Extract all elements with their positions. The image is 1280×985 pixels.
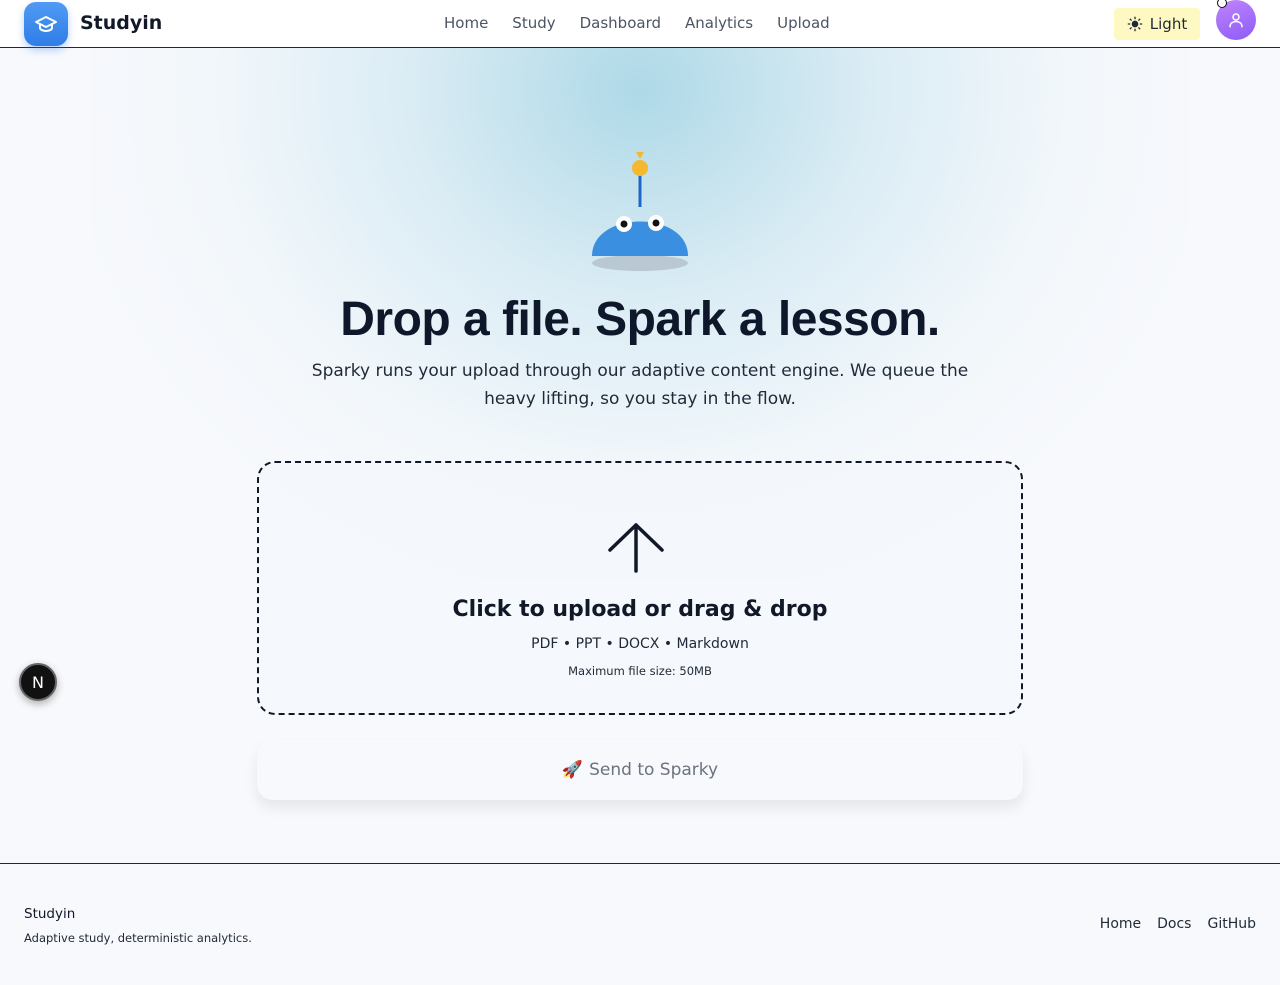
footer-link-docs[interactable]: Docs [1157,916,1191,932]
nav-study[interactable]: Study [512,14,555,32]
send-to-sparky-button[interactable]: 🚀 Send to Sparky [257,740,1023,800]
footer-brand: Studyin [24,906,76,922]
sparky-mascot-icon [592,152,688,271]
footer-links: Home Docs GitHub [1100,916,1256,932]
user-icon [1229,13,1243,28]
hero-description: Sparky runs your upload through our adap… [311,361,969,409]
dropzone-max-size: Maximum file size: 50MB [568,664,712,678]
theme-toggle-label: Light [1149,15,1188,33]
footer-link-github[interactable]: GitHub [1207,916,1256,932]
footer-link-home[interactable]: Home [1100,916,1141,932]
footer-tagline: Adaptive study, deterministic analytics. [24,931,252,945]
upload-arrow-icon [608,523,664,573]
nav-analytics[interactable]: Analytics [685,14,753,32]
page-footer: Studyin Adaptive study, deterministic an… [0,863,1280,985]
page-title: Drop a file. Spark a lesson. [340,293,940,346]
dev-tools-badge[interactable]: N [19,663,57,701]
logo[interactable] [24,2,68,46]
dropzone-title: Click to upload or drag & drop [452,597,828,622]
theme-toggle-button[interactable]: Light [1114,8,1200,40]
nav-home[interactable]: Home [444,14,488,32]
nav-upload[interactable]: Upload [777,14,830,32]
rocket-icon: 🚀 [561,760,584,780]
sun-icon [1127,16,1143,32]
main-nav: Home Study Dashboard Analytics Upload [444,14,830,32]
brand-name[interactable]: Studyin [80,12,162,34]
nav-dashboard[interactable]: Dashboard [580,14,661,32]
send-button-label: Send to Sparky [589,760,719,780]
file-dropzone[interactable]: Click to upload or drag & drop PDF • PPT… [257,461,1023,715]
top-header: Studyin Home Study Dashboard Analytics U… [0,0,1280,48]
graduation-cap-icon [35,16,57,32]
dropzone-file-types: PDF • PPT • DOCX • Markdown [531,636,749,652]
